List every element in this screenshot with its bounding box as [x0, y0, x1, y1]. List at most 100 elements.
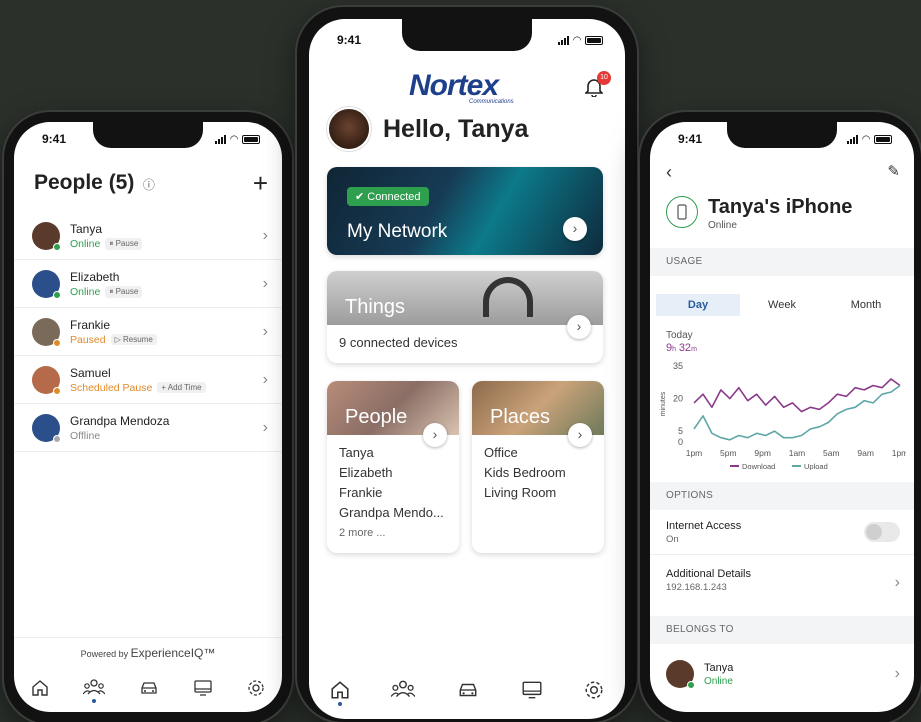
status-bar: 9:41 ◠ — [650, 122, 914, 156]
person-row[interactable]: Tanya Online ⏸ Pause › — [14, 212, 282, 260]
person-status: Paused — [70, 333, 106, 346]
series-line-download — [693, 378, 901, 413]
person-row[interactable]: Elizabeth Online ⏸ Pause › — [14, 260, 282, 308]
x-tick-label: 5pm — [720, 448, 737, 458]
people-icon[interactable] — [83, 678, 105, 703]
bell-icon[interactable]: 10 — [584, 71, 611, 102]
person-info: Elizabeth Online ⏸ Pause — [70, 270, 263, 298]
my-network-card[interactable]: ✔ Connected My Network › — [327, 167, 603, 255]
status-bar: 9:41 ◠ — [309, 19, 625, 61]
avatar — [32, 413, 61, 443]
chevron-right-icon[interactable]: › — [895, 574, 900, 592]
people-icon[interactable] — [391, 679, 416, 701]
add-person-button[interactable]: + — [253, 170, 268, 196]
person-name: Frankie — [70, 317, 111, 332]
powered-by: Powered by ExperienceIQ™ — [14, 637, 282, 660]
chevron-right-icon[interactable]: › — [567, 315, 591, 339]
places-card-list: Office Kids Bedroom Living Room — [472, 435, 604, 511]
home-icon[interactable] — [31, 679, 49, 697]
legend-label: Download — [742, 462, 775, 470]
monitor-icon[interactable] — [521, 680, 543, 700]
car-icon[interactable] — [457, 681, 479, 699]
people-screen: 9:41 ◠ People (5) ⓘ + Tanya Online ⏸ Pause… — [14, 122, 282, 712]
status-dot — [53, 386, 61, 395]
status-dot — [53, 338, 61, 347]
person-row[interactable]: Grandpa Mendoza Offline › — [14, 404, 282, 452]
places-card[interactable]: Places › Office Kids Bedroom Living Room — [472, 381, 604, 553]
person-info: Tanya Online ⏸ Pause — [70, 222, 263, 250]
internet-access-toggle[interactable] — [864, 522, 900, 542]
person-name: Elizabeth — [70, 269, 120, 284]
person-status: Scheduled Pause — [70, 381, 153, 394]
chevron-right-icon[interactable]: › — [568, 423, 592, 447]
status-icons: ◠ — [215, 134, 260, 145]
person-status-line: Offline — [70, 430, 263, 442]
status-dot — [53, 242, 61, 251]
settings-icon[interactable] — [247, 679, 265, 697]
y-tick-label: 35 — [673, 361, 683, 371]
today-minutes: 32 — [678, 342, 692, 354]
details-value: 192.168.1.243 — [666, 582, 727, 593]
headphones-shape — [483, 277, 533, 317]
settings-icon[interactable] — [584, 680, 604, 700]
list-item: Kids Bedroom — [484, 465, 566, 480]
person-status: Online — [70, 237, 101, 250]
tab-month[interactable]: Month — [824, 294, 908, 316]
status-dot — [53, 290, 61, 299]
person-action-button[interactable]: ▷ Resume — [110, 334, 157, 345]
today-summary: Today 9h 32m — [666, 329, 697, 356]
x-tick-label: 1am — [789, 448, 806, 458]
person-action-button[interactable]: ⏸ Pause — [105, 237, 143, 250]
chevron-right-icon[interactable]: › — [263, 371, 268, 389]
people-card[interactable]: People › Tanya Elizabeth Frankie Grandpa Me… — [327, 381, 459, 553]
more-link[interactable]: 2 more ... — [339, 523, 447, 543]
person-row[interactable]: Frankie Paused ▷ Resume › — [14, 308, 282, 356]
internet-access-row[interactable]: Internet Access On — [666, 520, 900, 545]
home-icon[interactable] — [330, 680, 350, 706]
legend-label: Upload — [804, 462, 828, 470]
things-card[interactable]: Things 9 connected devices › — [327, 271, 603, 363]
car-icon[interactable] — [139, 680, 159, 696]
device-status: Online — [708, 220, 737, 231]
edit-icon[interactable]: ✎ — [887, 162, 900, 183]
person-info: Frankie Paused ▷ Resume — [70, 318, 263, 346]
status-dot — [53, 434, 61, 443]
tab-day[interactable]: Day — [656, 294, 740, 316]
owner-row[interactable]: Tanya Online › — [666, 660, 900, 689]
person-name: Samuel — [70, 365, 111, 380]
left-phone: 9:41 ◠ People (5) ⓘ + Tanya Online ⏸ Pause… — [4, 112, 292, 722]
connected-badge: ✔ Connected — [347, 187, 429, 206]
back-icon[interactable]: ‹ — [666, 162, 672, 183]
chevron-right-icon[interactable]: › — [263, 227, 268, 245]
list-item: Living Room — [484, 485, 557, 500]
chevron-right-icon[interactable]: › — [263, 275, 268, 293]
chevron-right-icon[interactable]: › — [563, 217, 587, 241]
person-action-button[interactable]: ⏸ Pause — [105, 285, 143, 298]
page-title: People (5) — [34, 171, 135, 194]
chevron-right-icon[interactable]: › — [423, 423, 447, 447]
person-row[interactable]: Samuel Scheduled Pause + Add Time › — [14, 356, 282, 404]
avatar[interactable] — [327, 107, 371, 151]
info-icon[interactable]: ⓘ — [143, 178, 155, 192]
today-label: Today — [666, 330, 693, 341]
tab-week[interactable]: Week — [740, 294, 824, 316]
owner-avatar — [666, 660, 695, 689]
things-title: Things — [345, 296, 406, 318]
chevron-right-icon[interactable]: › — [263, 419, 268, 437]
owner-info: Tanya Online — [704, 662, 895, 687]
chevron-right-icon[interactable]: › — [263, 323, 268, 341]
additional-details-row[interactable]: Additional Details 192.168.1.243 › — [666, 568, 900, 593]
monitor-icon[interactable] — [193, 679, 213, 697]
person-action-button[interactable]: + Add Time — [157, 382, 206, 393]
battery-icon — [242, 134, 260, 144]
x-tick-label: 5am — [823, 448, 840, 458]
avatar — [32, 317, 61, 347]
person-status: Online — [70, 285, 101, 298]
avatar — [32, 365, 61, 395]
status-time: 9:41 — [337, 33, 362, 47]
chevron-right-icon[interactable]: › — [895, 665, 900, 683]
home-screen: 9:41 ◠ Nortex Communications 10 Hello, T… — [309, 19, 625, 719]
bottom-nav — [309, 679, 625, 706]
owner-name: Tanya — [704, 661, 734, 674]
status-icons: ◠ — [558, 35, 603, 46]
